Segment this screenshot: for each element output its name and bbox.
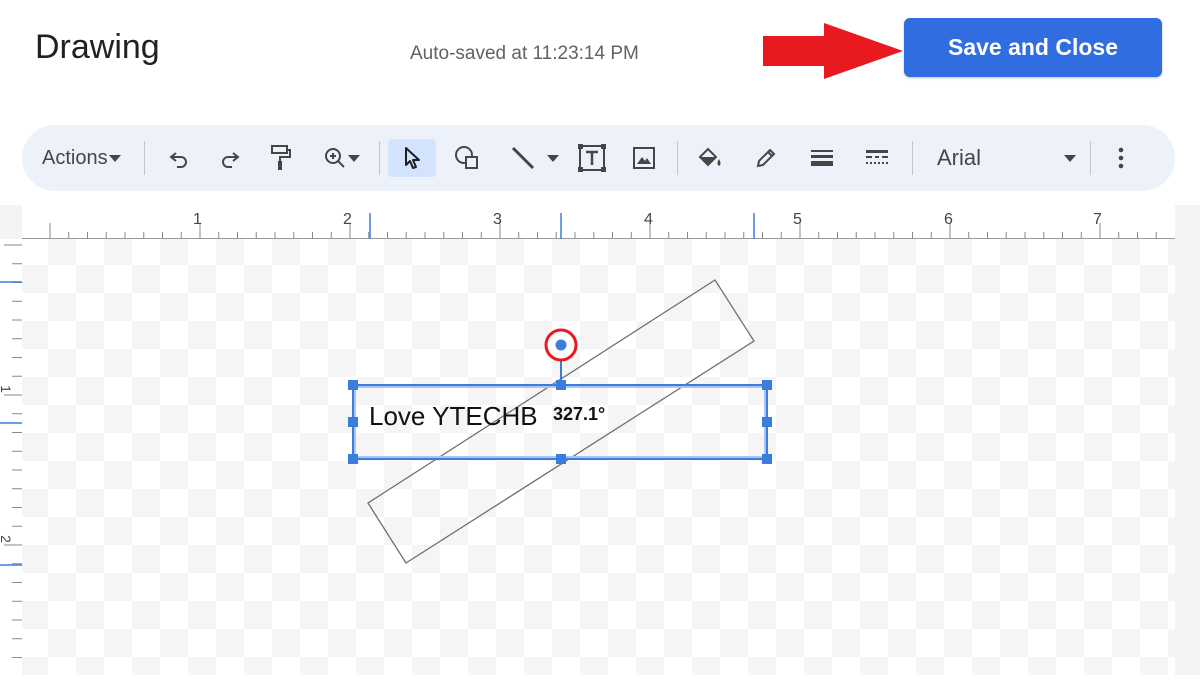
resize-handle[interactable] [762,454,772,464]
canvas-overlay [348,279,772,564]
resize-handle[interactable] [348,417,358,427]
resize-handle[interactable] [556,454,566,464]
resize-handle[interactable] [348,380,358,390]
textbox-content[interactable]: Love YTECHB [369,401,538,432]
resize-handle[interactable] [556,380,566,390]
rotation-handle[interactable] [554,338,568,352]
resize-handle[interactable] [762,380,772,390]
resize-handle[interactable] [348,454,358,464]
resize-handle[interactable] [762,417,772,427]
rotation-angle-label: 327.1° [553,404,606,424]
